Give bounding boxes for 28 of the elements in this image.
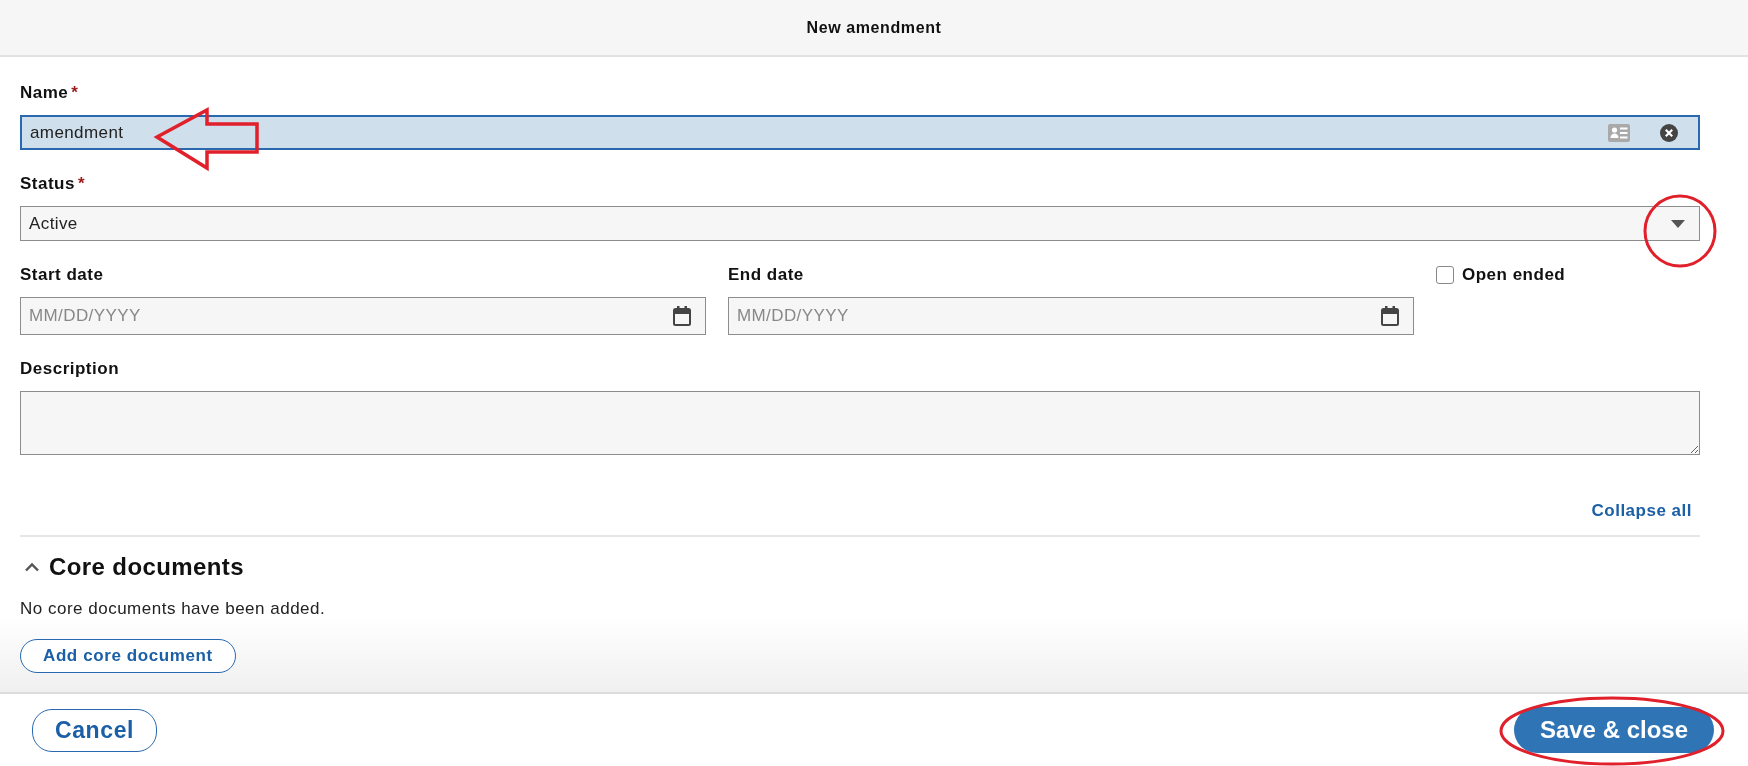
- description-field[interactable]: [20, 391, 1700, 455]
- field-value: amendment: [30, 122, 125, 143]
- field-label: Name *: [20, 83, 79, 103]
- calendar-icon[interactable]: [1381, 306, 1399, 326]
- add-core-document-button[interactable]: Add core document: [20, 639, 236, 673]
- field-label: Description: [20, 359, 120, 379]
- chevron-up-icon[interactable]: [24, 562, 40, 572]
- section-title: Core documents: [49, 553, 244, 581]
- checkbox[interactable]: [1436, 266, 1454, 284]
- collapse-all-link[interactable]: Collapse all: [1591, 501, 1692, 521]
- start-date-field[interactable]: MM/DD/YYYY: [20, 297, 706, 335]
- field-label: End date: [728, 265, 804, 285]
- dropdown-value: Active: [29, 213, 79, 234]
- placeholder-text: MM/DD/YYYY: [29, 306, 142, 326]
- field-label: Status *: [20, 174, 86, 194]
- checkbox-label: Open ended: [1462, 265, 1566, 285]
- clear-icon[interactable]: [1660, 123, 1678, 142]
- field-label: Start date: [20, 265, 104, 285]
- empty-message: No core documents have been added.: [20, 599, 327, 619]
- save-button[interactable]: Save & close: [1513, 707, 1714, 753]
- placeholder-text: MM/DD/YYYY: [737, 306, 850, 326]
- cancel-button[interactable]: Cancel: [32, 708, 158, 752]
- dialog-title: New amendment: [806, 18, 942, 37]
- caret-down-icon: [1671, 219, 1685, 228]
- end-date-field[interactable]: MM/DD/YYYY: [728, 297, 1414, 335]
- status-dropdown[interactable]: Active: [20, 206, 1700, 241]
- calendar-icon[interactable]: [673, 306, 691, 326]
- name-field[interactable]: amendment: [20, 115, 1700, 150]
